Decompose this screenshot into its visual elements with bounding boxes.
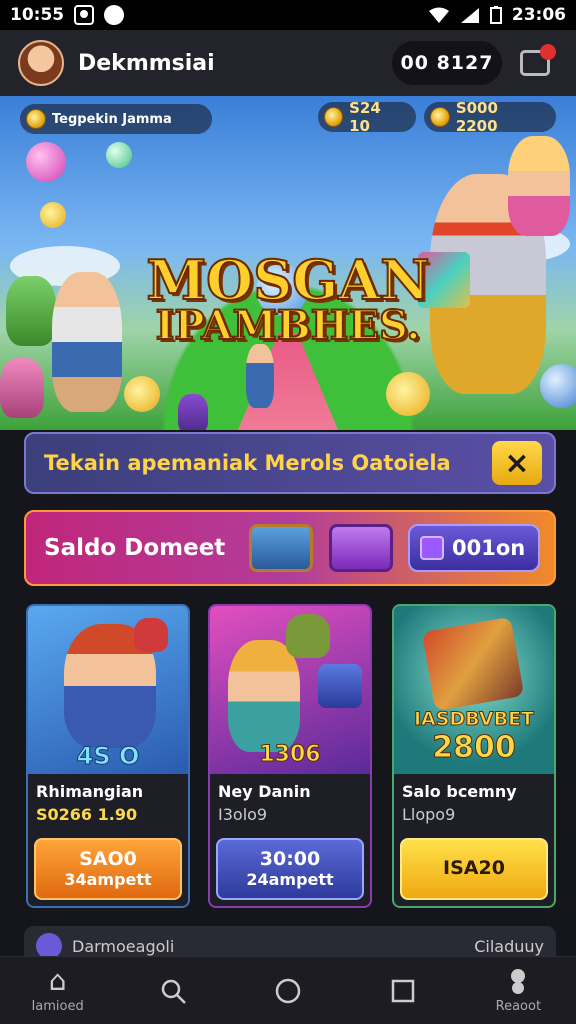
card-price: I3olo9	[218, 805, 268, 824]
goblin-character	[286, 614, 330, 658]
gold-value: S000 2200	[455, 99, 498, 135]
card-title: Ney Danin	[218, 782, 311, 801]
card-art: 4S O	[28, 606, 188, 774]
card-title: Rhimangian	[36, 782, 144, 801]
card-badge: 4S O	[76, 742, 140, 771]
wifi-icon	[428, 7, 449, 23]
avatar[interactable]	[18, 40, 64, 86]
coin-icon	[430, 107, 450, 127]
gem-icon	[420, 536, 444, 560]
card-jackpot: 2800	[432, 730, 517, 766]
nav-games[interactable]: Reaoot	[473, 959, 563, 1023]
bottom-nav: ⌂ Iamioed Reaoot	[0, 956, 576, 1024]
game-card[interactable]: 1306 Ney Danin I3olo9 30:00 24ampett	[208, 604, 372, 908]
coin-decoration	[40, 202, 66, 228]
notification-icon	[74, 5, 95, 25]
list-item-meta: Ciladuuy	[474, 936, 544, 956]
balance-banner[interactable]: Saldo Domeet 001on	[24, 510, 556, 586]
close-icon: ×	[504, 445, 530, 481]
card-play-button[interactable]: 30:00 24ampett	[216, 838, 364, 900]
fairy-character	[508, 136, 570, 236]
close-button[interactable]: ×	[492, 441, 542, 485]
hero-subtitle: IPAMBHES.	[155, 301, 422, 350]
orb-decoration	[26, 142, 66, 182]
card-badge: IASDBVBET	[413, 708, 535, 731]
game-card[interactable]: IASDBVBET 2800 Salo bcemny Llopo9 ISA20	[392, 604, 556, 908]
balance-button[interactable]: 001on	[408, 524, 540, 572]
coin-decoration	[124, 376, 160, 412]
card-price: Llopo9	[402, 805, 456, 824]
nav-home-label: Iamioed	[31, 999, 84, 1014]
small-creature	[178, 394, 208, 430]
balance-label: Saldo Domeet	[44, 535, 226, 561]
creature-character	[0, 358, 44, 418]
dragon-character	[134, 618, 168, 652]
battery-icon	[489, 6, 502, 24]
gem-box	[318, 664, 362, 708]
treasure-chest-icon	[249, 524, 314, 572]
nav-home-button[interactable]	[243, 959, 333, 1023]
app-name: Dekmmsiai	[78, 50, 215, 76]
nav-home[interactable]: ⌂ Iamioed	[13, 959, 103, 1023]
card-art: 1306	[210, 606, 370, 774]
card-title: Salo bcemny	[402, 782, 517, 801]
balance-value: 001on	[452, 536, 526, 560]
small-runner	[246, 344, 274, 408]
card-play-button[interactable]: ISA20	[400, 838, 548, 900]
orb-decoration	[540, 364, 576, 408]
search-icon	[161, 979, 186, 1004]
hero-banner[interactable]: Tegpekin Jamma S24 10 S000 2200 MOSGAN I…	[0, 96, 576, 430]
app-notification-icon	[104, 5, 125, 25]
coins-value: S24 10	[349, 99, 381, 135]
card-badge: 1306	[259, 742, 321, 768]
card-play-button[interactable]: SAO0 34ampett	[34, 838, 182, 900]
player-icon	[26, 109, 46, 129]
status-clock: 23:06	[511, 5, 566, 25]
notification-badge	[540, 44, 556, 60]
coin-icon	[324, 107, 344, 127]
gold-pill[interactable]: S000 2200	[424, 99, 556, 135]
messages-button[interactable]	[516, 42, 558, 84]
boy-character	[228, 640, 300, 752]
card-price: S0266 1.90	[36, 805, 138, 824]
cta-amount: SAO0	[79, 847, 137, 870]
coin-decoration	[386, 372, 430, 416]
list-item-title: Darmoeagoli	[72, 936, 175, 956]
controller-icon	[511, 969, 526, 994]
notice-banner[interactable]: Tekain apemaniak Merols Oatoiela ×	[24, 432, 556, 494]
orb-decoration	[106, 142, 132, 168]
treasure-box	[421, 616, 525, 712]
home-icon: ⌂	[48, 964, 67, 997]
cta-amount: ISA20	[443, 857, 505, 880]
nav-recents[interactable]	[358, 959, 448, 1023]
circle-icon	[275, 978, 301, 1003]
game-card[interactable]: 4S O Rhimangian S0266 1.90 SAO0 34ampett	[26, 604, 190, 908]
signal-icon	[460, 8, 479, 23]
notice-text: Tekain apemaniak Merols Oatoiela	[44, 451, 451, 475]
nav-games-label: Reaoot	[495, 999, 542, 1014]
nav-search[interactable]	[128, 959, 218, 1023]
gem-chest-icon	[329, 524, 394, 572]
card-art: IASDBVBET 2800	[394, 606, 554, 774]
coins-pill[interactable]: S24 10	[318, 99, 416, 135]
player-pill[interactable]: Tegpekin Jamma	[20, 104, 212, 134]
status-time: 10:55	[10, 5, 65, 25]
cta-label: 34ampett	[64, 869, 152, 889]
cta-label: 24ampett	[246, 869, 334, 889]
balance-pill[interactable]: 00 8127	[392, 41, 502, 85]
player-pill-label: Tegpekin Jamma	[52, 111, 172, 127]
status-bar: 10:55 23:06	[0, 0, 576, 30]
cta-amount: 30:00	[259, 847, 321, 870]
square-icon	[391, 979, 415, 1002]
app-header: Dekmmsiai 00 8127	[0, 30, 576, 96]
